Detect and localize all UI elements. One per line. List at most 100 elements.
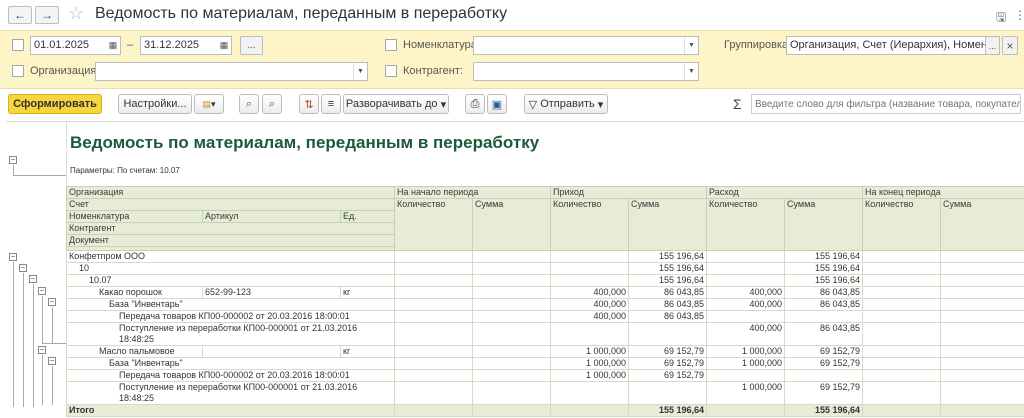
expense-qty: 1 000,000 <box>706 381 786 405</box>
table-row[interactable]: Конфетпром ООО 155 196,64 155 196,64 <box>65 250 1024 263</box>
total-label: Итого <box>65 404 396 417</box>
sigma-icon[interactable]: Σ <box>733 96 742 112</box>
header-qty: Количество <box>550 198 630 251</box>
header-expense: Расход <box>706 186 864 199</box>
expense-sum: 155 196,64 <box>784 262 864 275</box>
groups-button[interactable]: ≡ <box>321 94 341 114</box>
expand-to-button[interactable]: Разворачивать до ▾ <box>343 94 449 114</box>
header-income: Приход <box>550 186 708 199</box>
expense-sum: 86 043,85 <box>784 298 864 311</box>
table-row[interactable]: Передача товаров КП00-000002 от 20.03.20… <box>65 310 1024 323</box>
collapse-icon[interactable]: − <box>19 264 27 272</box>
expense-qty: 1 000,000 <box>706 345 786 358</box>
search-input[interactable] <box>751 94 1021 114</box>
table-row[interactable]: Передача товаров КП00-000002 от 20.03.20… <box>65 369 1024 382</box>
send-button[interactable]: ▽ Отправить ▾ <box>524 94 608 114</box>
period-select-button[interactable]: ... <box>240 36 263 55</box>
expense-qty <box>706 274 786 287</box>
clear-icon[interactable]: × <box>1002 36 1018 55</box>
header-sum: Сумма <box>628 198 708 251</box>
contractor-checkbox[interactable] <box>385 65 397 77</box>
end-qty <box>862 262 942 275</box>
collapse-icon[interactable]: − <box>29 275 37 283</box>
back-button[interactable]: ← <box>8 6 32 24</box>
table-row[interactable]: Масло пальмовое кг 1 000,000 69 152,79 1 000… <box>66 345 1024 358</box>
end-qty <box>862 250 942 263</box>
start-sum <box>472 298 552 311</box>
end-qty <box>862 404 942 417</box>
contractor-label: Контрагент: <box>403 65 463 77</box>
chevron-down-icon[interactable]: ▼ <box>684 63 698 80</box>
collapse-icon[interactable]: − <box>48 298 56 306</box>
table-row[interactable]: 10.07 155 196,64 155 196,64 <box>65 274 1024 287</box>
variants-button[interactable]: ▤ ▾ <box>194 94 224 114</box>
row-article: 652-99-123 <box>202 286 341 299</box>
favorite-star-icon[interactable]: ☆ <box>68 3 84 24</box>
collapse-icon[interactable]: − <box>9 253 17 261</box>
generate-button[interactable]: Сформировать <box>8 94 102 114</box>
save-icon[interactable]: 🖫 <box>996 8 1006 29</box>
header-nomenclature: Номенклатура <box>66 210 203 223</box>
table-row[interactable]: База "Инвентарь" 400,000 86 043,85 400,000 8… <box>65 298 1024 311</box>
end-qty <box>862 369 942 382</box>
table-row[interactable]: Поступление из переработки КП00-000001 о… <box>65 381 1024 405</box>
end-qty <box>862 322 942 346</box>
collapse-icon[interactable]: − <box>38 287 46 295</box>
expense-sum: 86 043,85 <box>784 286 864 299</box>
settings-button[interactable]: Настройки... <box>118 94 192 114</box>
row-label: Конфетпром ООО <box>65 250 396 263</box>
collapse-icon[interactable]: − <box>9 156 17 164</box>
report-parameters: Параметры: По счетам: 10.07 <box>70 166 180 175</box>
grouping-field[interactable]: Организация, Счет (Иерархия), Номенклат <box>786 36 1000 55</box>
end-sum <box>940 286 1024 299</box>
more-icon[interactable]: ⋮ <box>1014 8 1024 22</box>
expense-sum <box>784 369 864 382</box>
period-checkbox[interactable] <box>12 39 24 51</box>
start-qty <box>394 322 474 346</box>
report-table: Организация На начало периода Приход Расход… <box>65 186 1024 417</box>
start-sum <box>472 357 552 370</box>
table-row[interactable]: База "Инвентарь" 1 000,000 69 152,79 1 000,… <box>65 357 1024 370</box>
expense-sum: 69 152,79 <box>784 381 864 405</box>
organization-checkbox[interactable] <box>12 65 24 77</box>
header-qty: Количество <box>394 198 474 251</box>
income-qty <box>550 381 630 405</box>
table-row[interactable]: Какао порошок 652-99-123 кг 400,000 86 043,8… <box>66 286 1024 299</box>
total-row[interactable]: Итого 155 196,64 155 196,64 <box>65 404 1024 417</box>
start-qty <box>394 404 474 417</box>
income-sum <box>628 381 708 405</box>
start-sum <box>472 345 552 358</box>
chevron-down-icon[interactable]: ▼ <box>684 37 698 54</box>
income-qty: 1 000,000 <box>550 357 630 370</box>
row-label: Поступление из переработки КП00-000001 о… <box>65 381 396 405</box>
calendar-icon[interactable]: ▦ <box>106 37 120 54</box>
chevron-down-icon[interactable]: ▼ <box>353 63 367 80</box>
calendar-icon[interactable]: ▦ <box>217 37 231 54</box>
report-title: Ведомость по материалам, переданным в пе… <box>70 133 540 152</box>
income-sum: 69 152,79 <box>628 357 708 370</box>
print-button[interactable]: ⎙ <box>465 94 485 114</box>
forward-button[interactable]: → <box>35 6 59 24</box>
nomenclature-field[interactable] <box>473 36 699 55</box>
collapse-icon[interactable]: − <box>38 346 46 354</box>
organization-field[interactable] <box>95 62 368 81</box>
preview-button[interactable]: ▣ <box>487 94 507 114</box>
find-next-button[interactable]: ⌕ <box>262 94 282 114</box>
collapse-icon[interactable]: − <box>48 357 56 365</box>
income-qty <box>550 322 630 346</box>
start-qty <box>394 262 474 275</box>
forward-arrow-icon: → <box>41 8 53 22</box>
search-icon: ⌕ <box>245 97 253 110</box>
nomenclature-checkbox[interactable] <box>385 39 397 51</box>
start-sum <box>472 262 552 275</box>
grouping-select-button[interactable]: ... <box>985 36 1000 55</box>
find-button[interactable]: ⌕ <box>239 94 259 114</box>
sort-button[interactable]: ⇅ <box>299 94 319 114</box>
table-row[interactable]: 10 155 196,64 155 196,64 <box>65 262 1024 275</box>
row-label: Передача товаров КП00-000002 от 20.03.20… <box>65 369 396 382</box>
contractor-field[interactable] <box>473 62 699 81</box>
end-qty <box>862 274 942 287</box>
table-row[interactable]: Поступление из переработки КП00-000001 о… <box>65 322 1024 346</box>
end-qty <box>862 310 942 323</box>
income-sum: 155 196,64 <box>628 250 708 263</box>
